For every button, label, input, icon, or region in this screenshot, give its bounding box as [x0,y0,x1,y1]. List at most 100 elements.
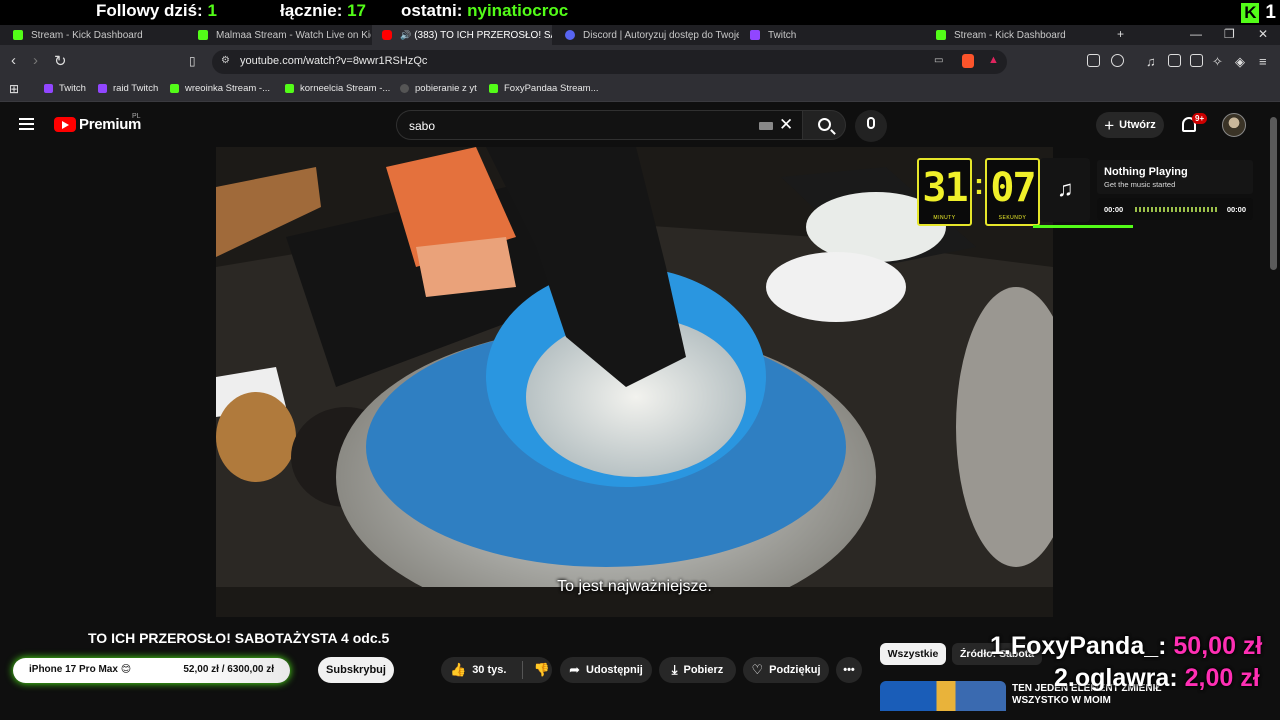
download-label: Pobierz [683,664,724,676]
dislike-button[interactable]: 👎 [533,662,549,678]
hamburger-menu-icon[interactable] [19,118,34,130]
browser-toolbar: ‹ › ↻ ▯ ⚙ youtube.com/watch?v=8wwr1RSHzQ… [0,45,1280,78]
bookmarks-bar: ⊞ Twitch raid Twitch wreoinka Stream -..… [0,78,1280,102]
brave-rewards-icon[interactable]: ▲ [988,54,999,66]
back-button[interactable]: ‹ [11,52,16,69]
timer-minutes: 31 MINUTY [917,158,972,226]
bookmark-item[interactable]: Twitch [44,83,86,94]
bookmark-item[interactable]: pobieranie z yt [400,83,477,94]
leo-ai-icon[interactable]: ✧ [1212,54,1223,70]
avatar[interactable] [1222,113,1246,137]
music-time-start: 00:00 [1104,205,1124,214]
search-button[interactable] [802,110,846,140]
more-actions-button[interactable]: ••• [836,657,862,683]
share-button[interactable]: ➦ Udostępnij [560,657,652,683]
kick-icon [198,30,208,40]
sidebar-icon[interactable] [1168,54,1181,67]
chip-all[interactable]: Wszystkie [880,643,946,665]
apps-icon[interactable]: ⊞ [9,82,19,96]
tab[interactable]: Stream - Kick Dashboard [0,25,185,45]
restore-button[interactable]: ❐ [1224,27,1235,41]
discord-icon [565,30,575,40]
recommended-thumbnail[interactable] [880,681,1006,711]
site-info-icon[interactable]: ⚙ [221,55,230,66]
vpn-icon[interactable]: ◈ [1235,54,1245,70]
tab[interactable]: Stream - Kick Dashboard [928,25,1113,45]
thanks-label: Podziękuj [769,664,821,676]
voice-search-button[interactable] [855,110,887,142]
now-playing-title: Nothing Playing [1104,166,1188,178]
bookmark-item[interactable]: raid Twitch [98,83,158,94]
youtube-logo-icon[interactable] [54,117,76,132]
create-button[interactable]: + Utwórz [1096,112,1164,138]
donation-goal-name: iPhone 17 Pro Max 😊 [29,664,132,675]
bookmark-item[interactable]: wreoinka Stream -... [170,83,270,94]
tab-active[interactable]: 🔊 (383) TO ICH PRZEROSŁO! SA ✕ [372,25,552,45]
bookmark-item[interactable]: FoxyPandaa Stream... [489,83,599,94]
divider [522,661,524,679]
kick-icon [936,30,946,40]
like-count[interactable]: 30 tys. [472,664,506,676]
bookmark-label: Twitch [59,83,86,94]
followers-total-value: 17 [347,1,367,20]
leaderboard-name: 2.oglawra: [1054,664,1178,692]
bookmark-label: pobieranie z yt [415,83,477,94]
donation-goal-bar: iPhone 17 Pro Max 😊 52,00 zł / 6300,00 z… [13,658,290,683]
donation-goal-amount: 52,00 zł / 6300,00 zł [183,664,274,675]
create-label: Utwórz [1119,119,1156,131]
leaderboard-name: 1.FoxyPanda_: [990,632,1167,660]
extensions-icon[interactable] [1087,54,1100,67]
globe-icon [400,84,409,93]
new-tab-button[interactable]: + [1117,27,1124,41]
music-time-end: 00:00 [1226,205,1246,214]
bookmark-label: korneelcia Stream -... [300,83,391,94]
followers-today: Followy dziś: 1 [96,1,217,21]
now-playing-card: Nothing Playing Get the music started [1097,160,1253,194]
stream-stats-bar: Followy dziś: 1 łącznie: 17 ostatni: nyi… [0,0,1280,25]
menu-icon[interactable]: ≡ [1259,54,1267,69]
brave-shield-icon[interactable] [962,54,974,68]
search-input[interactable]: sabo ✕ [396,110,802,140]
tab[interactable]: Malmaa Stream - Watch Live on Kick [186,25,371,45]
extension-icon[interactable] [1111,54,1124,67]
timer-minutes-label: MINUTY [933,215,956,221]
share-icon: ➦ [569,662,581,677]
followers-total-label: łącznie: [280,1,343,20]
tab-label: Twitch [768,29,797,41]
forward-button[interactable]: › [33,52,38,69]
kick-icon [170,84,179,93]
wallet-icon[interactable] [1190,54,1203,67]
kick-icon [285,84,294,93]
minimize-button[interactable]: — [1190,27,1202,41]
more-icon: ••• [843,664,855,676]
bookmark-label: FoxyPandaa Stream... [504,83,599,94]
bookmark-icon[interactable]: ▯ [189,54,196,68]
video-title: TO ICH PRZEROSŁO! SABOTAŻYSTA 4 odc.5 [88,630,390,646]
download-button[interactable]: ⤓ Pobierz [659,657,736,683]
music-note-icon[interactable]: ♫ [1146,54,1156,69]
close-window-button[interactable]: ✕ [1258,27,1268,41]
tab[interactable]: Twitch [742,25,927,45]
last-follower: ostatni: nyinatiocroc [401,1,568,21]
search-value: sabo [409,119,436,133]
search-icon [818,118,831,131]
last-follower-value: nyinatiocroc [467,1,569,20]
cast-icon[interactable]: ▭ [934,55,943,66]
now-playing-subtitle: Get the music started [1104,180,1176,189]
timer-colon: : [974,168,984,201]
tab[interactable]: Discord | Autoryzuj dostęp do Twojego [557,25,739,45]
reload-button[interactable]: ↻ [54,52,67,70]
keyboard-icon[interactable] [759,122,773,130]
waveform [1135,207,1217,212]
thanks-button[interactable]: ♡ Podziękuj [743,657,829,683]
bookmark-item[interactable]: korneelcia Stream -... [285,83,390,94]
address-bar[interactable]: ⚙ youtube.com/watch?v=8wwr1RSHzQc ▭ ▲ [212,50,1007,74]
plus-icon: + [1104,115,1115,135]
subscribe-button[interactable]: Subskrybuj [318,657,394,683]
like-button[interactable]: 👍 [450,662,466,678]
page-scrollbar[interactable] [1270,117,1277,270]
tab-label: Stream - Kick Dashboard [954,29,1066,41]
thanks-icon: ♡ [751,662,764,677]
clear-search-icon[interactable]: ✕ [779,115,793,135]
timer-seconds-label: SEKUNDY [998,215,1027,221]
